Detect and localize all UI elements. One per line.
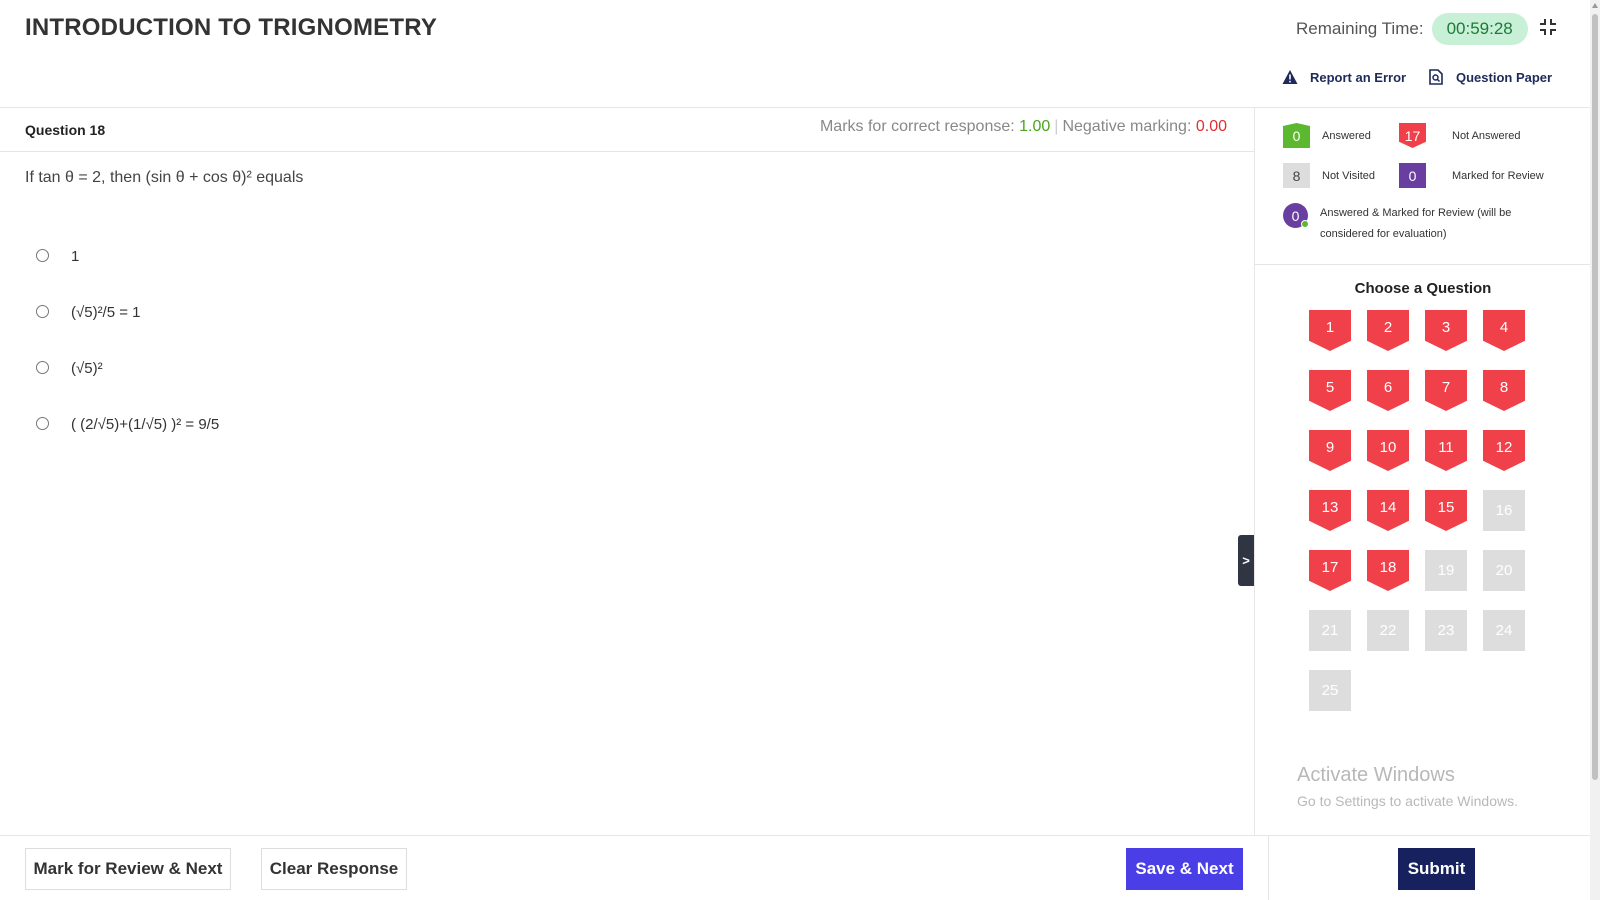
question-bar: Question 18 Marks for correct response: … [0, 108, 1254, 152]
remaining-time-label: Remaining Time: [1296, 19, 1424, 38]
negative-marking-value: 0.00 [1195, 118, 1227, 135]
submit-button[interactable]: Submit [1398, 848, 1475, 890]
question-button-23[interactable]: 23 [1425, 610, 1467, 651]
question-button-17[interactable]: 17 [1309, 550, 1351, 591]
report-error-label: Report an Error [1310, 69, 1407, 85]
answered-marked-count: 0 [1291, 207, 1300, 224]
question-grid: 1 2 3 4 5 6 7 8 9 10 11 12 13 14 15 16 17 18 19 20 21 22 23 24 2… [1309, 310, 1525, 711]
question-paper-label: Question Paper [1456, 69, 1553, 85]
status-legend: 0 Answered 17 Not Answered 8 Not Visited… [1255, 108, 1591, 265]
remaining-time-value: 00:59:28 [1431, 13, 1528, 45]
not-answered-label: Not Answered [1452, 129, 1521, 142]
warning-triangle-icon [1282, 70, 1298, 84]
answer-options: 1 (√5)²/5 = 1 (√5)² ( (2/√5)+(1/√5) )² =… [36, 228, 219, 452]
negative-marking-label: Negative marking: [1062, 118, 1192, 135]
option-1[interactable]: 1 [36, 228, 219, 284]
question-button-8[interactable]: 8 [1483, 370, 1525, 411]
marked-review-badge: 0 [1399, 163, 1426, 188]
question-button-9[interactable]: 9 [1309, 430, 1351, 471]
option-radio[interactable] [36, 304, 49, 318]
choose-question-title: Choose a Question [1354, 280, 1492, 297]
option-label: (√5)² [71, 359, 103, 377]
question-button-16[interactable]: 16 [1483, 490, 1525, 531]
watermark-title: Activate Windows [1297, 764, 1455, 786]
answered-dot-icon [1301, 220, 1309, 228]
question-button-25[interactable]: 25 [1309, 670, 1351, 711]
question-button-19[interactable]: 19 [1425, 550, 1467, 591]
marked-review-label: Marked for Review [1452, 169, 1544, 182]
option-label: 1 [71, 247, 80, 265]
option-radio[interactable] [36, 416, 49, 430]
question-button-21[interactable]: 21 [1309, 610, 1351, 651]
answered-badge: 0 [1283, 123, 1310, 148]
question-paper-link[interactable]: Question Paper [1428, 69, 1552, 85]
footer-divider [1268, 836, 1269, 900]
page-title: INTRODUCTION TO TRIGNOMETRY [25, 14, 438, 41]
option-radio[interactable] [36, 360, 49, 374]
question-text: If tan θ = 2, then (sin θ + cos θ)² equa… [25, 169, 304, 186]
mark-review-next-button[interactable]: Mark for Review & Next [25, 848, 231, 890]
question-button-10[interactable]: 10 [1367, 430, 1409, 471]
option-label: ( (2/√5)+(1/√5) )² = 9/5 [71, 415, 220, 433]
panel-toggle-button[interactable]: > [1238, 535, 1254, 586]
option-4[interactable]: ( (2/√5)+(1/√5) )² = 9/5 [36, 396, 219, 452]
answered-marked-badge: 0 [1283, 203, 1309, 228]
collapse-fullscreen-icon[interactable] [1540, 19, 1556, 35]
option-label: (√5)²/5 = 1 [71, 303, 141, 321]
option-3[interactable]: (√5)² [36, 340, 219, 396]
question-button-22[interactable]: 22 [1367, 610, 1409, 651]
question-button-7[interactable]: 7 [1425, 370, 1467, 411]
answered-marked-label: Answered & Marked for Review (will be co… [1320, 207, 1512, 240]
marks-separator: | [1054, 118, 1059, 135]
footer-bar: Mark for Review & Next Clear Response Sa… [0, 835, 1590, 900]
question-button-14[interactable]: 14 [1367, 490, 1409, 531]
question-button-20[interactable]: 20 [1483, 550, 1525, 591]
activate-windows-watermark: Activate Windows Go to Settings to activ… [1297, 764, 1518, 809]
not-answered-badge: 17 [1399, 123, 1426, 148]
question-number: Question 18 [25, 122, 106, 138]
not-visited-badge: 8 [1283, 163, 1310, 188]
question-button-18[interactable]: 18 [1367, 550, 1409, 591]
question-button-1[interactable]: 1 [1309, 310, 1351, 351]
question-button-12[interactable]: 12 [1483, 430, 1525, 471]
question-button-15[interactable]: 15 [1425, 490, 1467, 531]
marks-correct-label: Marks for correct response: [819, 118, 1015, 135]
legend-marked-review: 0 Marked for Review [1399, 163, 1544, 188]
remaining-time: Remaining Time: 00:59:28 [1296, 13, 1528, 45]
question-palette-panel: 0 Answered 17 Not Answered 8 Not Visited… [1254, 108, 1591, 835]
not-visited-label: Not Visited [1322, 169, 1375, 182]
question-button-4[interactable]: 4 [1483, 310, 1525, 351]
document-search-icon [1429, 69, 1443, 85]
legend-not-visited: 8 Not Visited [1283, 163, 1375, 188]
question-button-11[interactable]: 11 [1425, 430, 1467, 471]
option-radio[interactable] [36, 248, 49, 262]
scroll-thumb[interactable] [1592, 14, 1598, 780]
save-next-button[interactable]: Save & Next [1126, 848, 1243, 890]
question-button-24[interactable]: 24 [1483, 610, 1525, 651]
question-button-2[interactable]: 2 [1367, 310, 1409, 351]
marks-info: Marks for correct response: 1.00 | Negativ… [820, 118, 1227, 136]
scroll-up-arrow-icon[interactable] [1592, 3, 1598, 8]
question-button-6[interactable]: 6 [1367, 370, 1409, 411]
legend-not-answered: 17 Not Answered [1399, 123, 1520, 148]
question-button-5[interactable]: 5 [1309, 370, 1351, 411]
marks-correct-value: 1.00 [1019, 118, 1051, 135]
legend-answered-marked: 0 Answered & Marked for Review (will be … [1283, 203, 1540, 245]
report-error-link[interactable]: Report an Error [1282, 69, 1406, 85]
question-button-3[interactable]: 3 [1425, 310, 1467, 351]
question-button-13[interactable]: 13 [1309, 490, 1351, 531]
clear-response-button[interactable]: Clear Response [261, 848, 407, 890]
legend-answered: 0 Answered [1283, 123, 1371, 148]
watermark-subtitle: Go to Settings to activate Windows. [1297, 793, 1518, 809]
header: INTRODUCTION TO TRIGNOMETRY Remaining Ti… [0, 0, 1590, 108]
answered-label: Answered [1322, 129, 1371, 142]
option-2[interactable]: (√5)²/5 = 1 [36, 284, 219, 340]
page-scrollbar[interactable] [1590, 0, 1600, 900]
